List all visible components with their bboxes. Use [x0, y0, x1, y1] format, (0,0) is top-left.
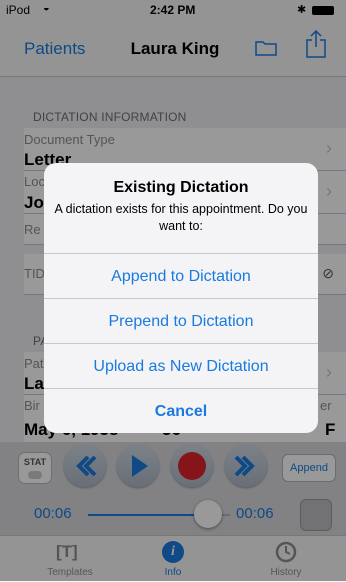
cancel-button[interactable]: Cancel [44, 388, 318, 433]
existing-dictation-alert: Existing Dictation A dictation exists fo… [44, 163, 318, 433]
alert-message: A dictation exists for this appointment.… [54, 202, 308, 233]
prepend-to-dictation-button[interactable]: Prepend to Dictation [44, 298, 318, 344]
upload-as-new-dictation-button[interactable]: Upload as New Dictation [44, 343, 318, 389]
alert-title: Existing Dictation [113, 179, 249, 196]
append-to-dictation-button[interactable]: Append to Dictation [44, 253, 318, 299]
